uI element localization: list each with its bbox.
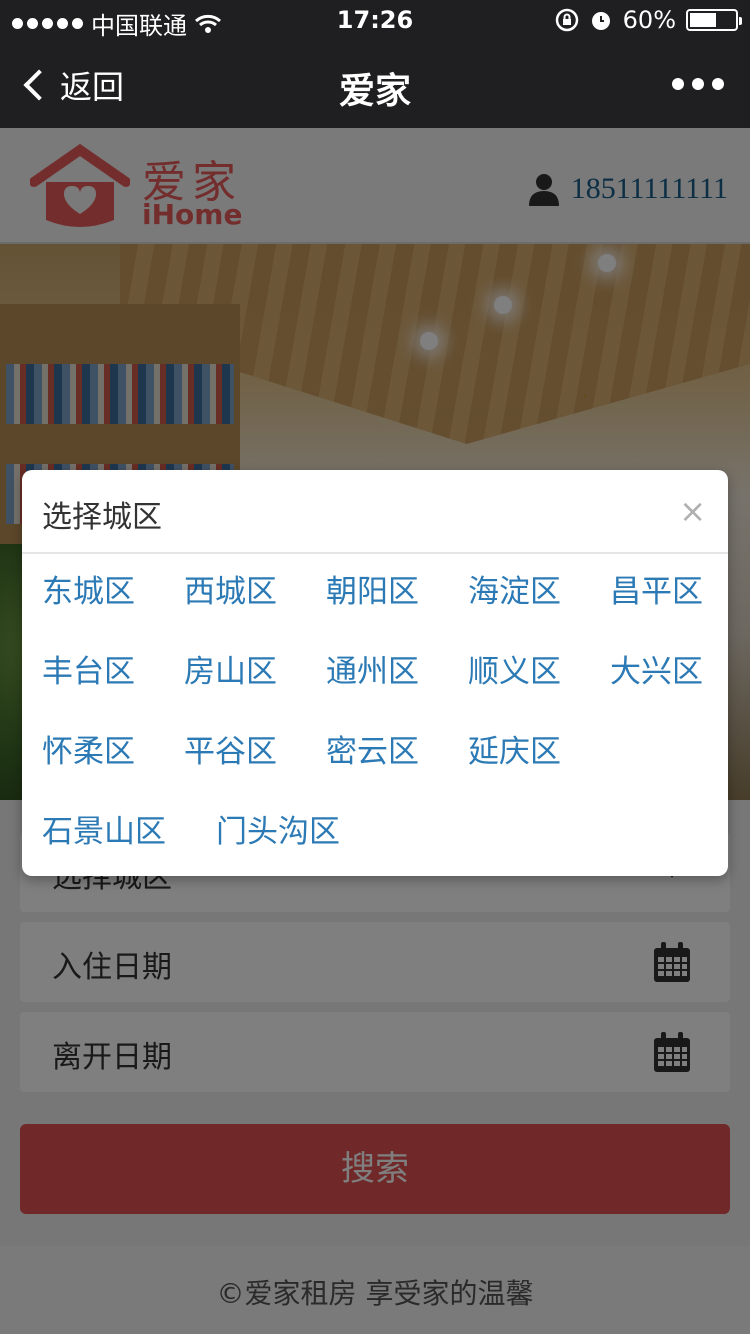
app-page: 中国联通 17:26 60% 返回 爱家 选择城区 × 东城区 西城区 朝阳区 … bbox=[0, 0, 750, 1334]
status-right: 60% bbox=[555, 6, 742, 34]
district-option[interactable]: 东城区 bbox=[42, 566, 135, 611]
district-option[interactable]: 怀柔区 bbox=[42, 726, 135, 771]
modal-header: 选择城区 × bbox=[22, 470, 728, 554]
modal-title: 选择城区 bbox=[42, 500, 162, 535]
district-option[interactable]: 大兴区 bbox=[610, 646, 703, 691]
nav-bar: 返回 爱家 bbox=[0, 40, 750, 128]
district-option[interactable]: 朝阳区 bbox=[326, 566, 419, 611]
district-option[interactable]: 丰台区 bbox=[42, 646, 135, 691]
district-option[interactable]: 密云区 bbox=[326, 726, 419, 771]
district-option[interactable]: 顺义区 bbox=[468, 646, 561, 691]
battery-icon bbox=[686, 9, 742, 31]
nav-title: 爱家 bbox=[338, 71, 411, 112]
district-option[interactable]: 延庆区 bbox=[468, 726, 561, 771]
district-option[interactable]: 西城区 bbox=[184, 566, 277, 611]
district-option[interactable]: 海淀区 bbox=[468, 566, 561, 611]
district-option[interactable]: 石景山区 bbox=[42, 806, 166, 851]
more-button[interactable] bbox=[672, 78, 724, 90]
district-option[interactable]: 通州区 bbox=[326, 646, 419, 691]
rotation-lock-icon bbox=[555, 8, 578, 32]
district-option[interactable]: 昌平区 bbox=[610, 566, 703, 611]
district-picker-modal: 选择城区 × 东城区 西城区 朝阳区 海淀区 昌平区 丰台区 房山区 通州区 顺… bbox=[22, 470, 728, 876]
close-icon[interactable]: × bbox=[679, 492, 706, 530]
status-bar: 中国联通 17:26 60% bbox=[0, 0, 750, 40]
battery-percent: 60% bbox=[622, 6, 676, 34]
district-option[interactable]: 房山区 bbox=[184, 646, 277, 691]
district-option[interactable]: 门头沟区 bbox=[216, 806, 340, 851]
alarm-icon bbox=[591, 12, 610, 30]
district-option[interactable]: 平谷区 bbox=[184, 726, 277, 771]
